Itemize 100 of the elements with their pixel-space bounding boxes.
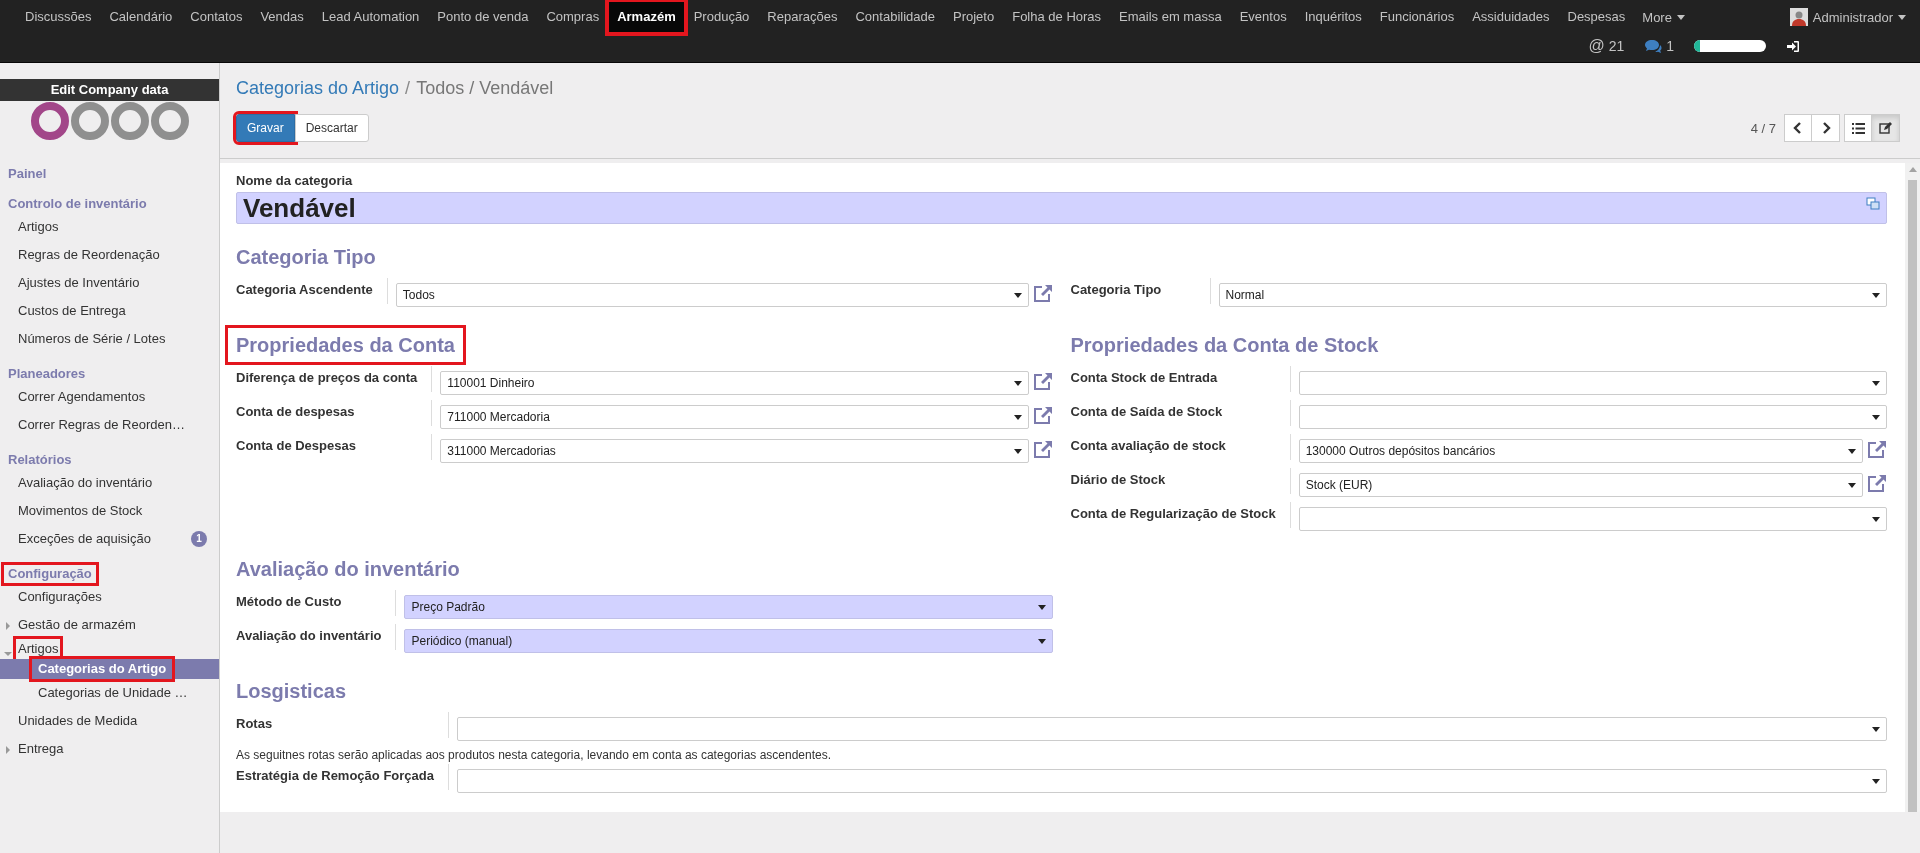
field-label: Método de Custo bbox=[236, 590, 397, 616]
discard-button[interactable]: Descartar bbox=[294, 114, 369, 142]
select-field[interactable] bbox=[456, 717, 1887, 741]
select-field[interactable] bbox=[1298, 507, 1887, 531]
sidebar-item[interactable]: Correr Agendamentos bbox=[0, 383, 219, 411]
translate-icon[interactable] bbox=[1866, 197, 1880, 210]
menu-item[interactable]: Ponto de venda bbox=[429, 2, 537, 32]
field-label: Rotas bbox=[236, 712, 449, 738]
select-field[interactable] bbox=[1298, 405, 1887, 429]
pager-counter: 4 / 7 bbox=[1750, 120, 1776, 136]
user-menu[interactable]: Administrador bbox=[1789, 8, 1906, 26]
menu-item[interactable]: Produção bbox=[685, 2, 758, 32]
field-label: Conta avaliação de stock bbox=[1070, 434, 1291, 460]
select-field[interactable]: 711000 Mercadoria bbox=[440, 405, 1029, 429]
external-link-icon[interactable] bbox=[1867, 440, 1887, 458]
menu-item[interactable]: Emails em massa bbox=[1111, 2, 1230, 32]
mentions-counter[interactable]: @ 21 bbox=[1588, 37, 1625, 55]
menu-item[interactable]: Eventos bbox=[1231, 2, 1295, 32]
external-link-icon[interactable] bbox=[1032, 284, 1053, 302]
next-button[interactable] bbox=[1812, 114, 1840, 142]
sidebar-item[interactable]: Avaliação do inventário bbox=[0, 469, 219, 497]
sidebar-item[interactable]: Configurações bbox=[0, 583, 219, 611]
select-field[interactable]: 110001 Dinheiro bbox=[440, 371, 1029, 395]
select-field[interactable] bbox=[1298, 371, 1887, 395]
menu-item[interactable]: Contabilidade bbox=[847, 2, 943, 32]
field-label: Avaliação do inventário bbox=[236, 624, 397, 650]
count-badge: 1 bbox=[191, 531, 207, 547]
edit-company-button[interactable]: Edit Company data bbox=[0, 79, 219, 101]
field-label: Categoria Tipo bbox=[1070, 278, 1211, 304]
messages-count: 1 bbox=[1666, 38, 1674, 54]
breadcrumb-current: Todos / Vendável bbox=[416, 77, 554, 100]
menu-item[interactable]: Vendas bbox=[252, 2, 312, 32]
menu-item[interactable]: Funcionários bbox=[1371, 2, 1463, 32]
sidebar-item[interactable]: Ajustes de Inventário bbox=[0, 269, 219, 297]
menu-item[interactable]: Discussões bbox=[17, 2, 100, 32]
select-field[interactable]: Normal bbox=[1218, 283, 1887, 307]
menu-item[interactable]: Reparações bbox=[759, 2, 846, 32]
sidebar-item[interactable]: Regras de Reordenação bbox=[0, 241, 219, 269]
sidebar-item[interactable]: Unidades de Medida bbox=[0, 707, 219, 735]
caret-icon bbox=[1037, 604, 1046, 610]
menu-item[interactable]: Inquéritos bbox=[1296, 2, 1370, 32]
messages-counter[interactable]: 1 bbox=[1644, 38, 1674, 54]
list-view-button[interactable] bbox=[1844, 114, 1872, 142]
select-field[interactable]: Stock (EUR) bbox=[1298, 473, 1863, 497]
name-field[interactable]: Vendável bbox=[236, 192, 1887, 224]
external-link-icon[interactable] bbox=[1867, 474, 1887, 492]
select-field[interactable]: Periódico (manual) bbox=[404, 629, 1053, 653]
sidebar-heading: Controlo de inventário bbox=[8, 195, 147, 213]
caret-icon bbox=[1872, 292, 1880, 298]
sidebar-item[interactable]: Artigos bbox=[0, 639, 219, 659]
menu-item[interactable]: Folha de Horas bbox=[1004, 2, 1110, 32]
caret-icon bbox=[1676, 14, 1685, 20]
external-link-icon[interactable] bbox=[1032, 406, 1053, 424]
select-field[interactable]: 130000 Outros depósitos bancários bbox=[1298, 439, 1863, 463]
caret-icon bbox=[1013, 448, 1022, 454]
menu-item[interactable]: Compras bbox=[538, 2, 608, 32]
field-label: Conta de Despesas bbox=[236, 434, 433, 460]
form-view-button[interactable] bbox=[1872, 114, 1900, 142]
menu-item[interactable]: Projeto bbox=[945, 2, 1003, 32]
at-icon: @ bbox=[1588, 37, 1605, 55]
sign-in-icon[interactable] bbox=[1786, 39, 1800, 53]
sidebar-item[interactable]: Artigos bbox=[0, 213, 219, 241]
select-field[interactable]: 311000 Mercadorias bbox=[440, 439, 1029, 463]
sidebar-item[interactable]: Categorias de Unidade … bbox=[0, 679, 219, 707]
menu-item[interactable]: Contatos bbox=[182, 2, 251, 32]
caret-icon bbox=[1872, 414, 1880, 420]
breadcrumb-link[interactable]: Categorias do Artigo bbox=[236, 75, 400, 101]
sidebar-item[interactable]: Exceções de aquisição 1 bbox=[0, 525, 219, 553]
sidebar-item[interactable]: Correr Regras de Reorden… bbox=[0, 411, 219, 439]
section-heading: Propriedades da Conta de Stock bbox=[1070, 333, 1379, 358]
field-label: Nome da categoria bbox=[236, 173, 354, 188]
caret-icon bbox=[1013, 292, 1022, 298]
save-button[interactable]: Gravar bbox=[236, 114, 295, 142]
caret-icon bbox=[1872, 516, 1880, 522]
section-heading: Avaliação do inventário bbox=[236, 557, 460, 582]
menu-item[interactable]: Lead Automation bbox=[313, 2, 428, 32]
sidebar-item[interactable]: Entrega bbox=[0, 735, 219, 763]
sidebar-item[interactable]: Gestão de armazém bbox=[0, 611, 219, 639]
caret-icon bbox=[1872, 778, 1880, 784]
help-text: As seguitnes rotas serão aplicadas aos produtos nesta categoria, levando em conta as categorias ascendentes. bbox=[236, 747, 833, 764]
sidebar-heading: Planeadores bbox=[8, 365, 86, 383]
sidebar-item[interactable]: Categorias do Artigo bbox=[0, 659, 219, 679]
menu-item[interactable]: Despesas bbox=[1559, 2, 1634, 32]
sidebar-item[interactable]: Números de Série / Lotes bbox=[0, 325, 219, 353]
previous-button[interactable] bbox=[1784, 114, 1812, 142]
menu-item[interactable]: Calendário bbox=[101, 2, 181, 32]
sidebar-heading: Painel bbox=[8, 165, 47, 183]
external-link-icon[interactable] bbox=[1032, 372, 1053, 390]
external-link-icon[interactable] bbox=[1032, 440, 1053, 458]
select-field[interactable]: Todos bbox=[395, 283, 1029, 307]
select-field[interactable] bbox=[456, 769, 1887, 793]
scroll-up-icon[interactable] bbox=[1908, 167, 1917, 172]
select-field[interactable]: Preço Padrão bbox=[404, 595, 1053, 619]
sidebar-item[interactable]: Movimentos de Stock bbox=[0, 497, 219, 525]
scrollbar-thumb[interactable] bbox=[1908, 180, 1917, 812]
more-menu[interactable]: More bbox=[1634, 9, 1693, 25]
menu-item[interactable]: Assiduidades bbox=[1464, 2, 1558, 32]
sidebar-item[interactable]: Custos de Entrega bbox=[0, 297, 219, 325]
caret-icon bbox=[1898, 14, 1906, 20]
edit-icon bbox=[1879, 122, 1892, 134]
